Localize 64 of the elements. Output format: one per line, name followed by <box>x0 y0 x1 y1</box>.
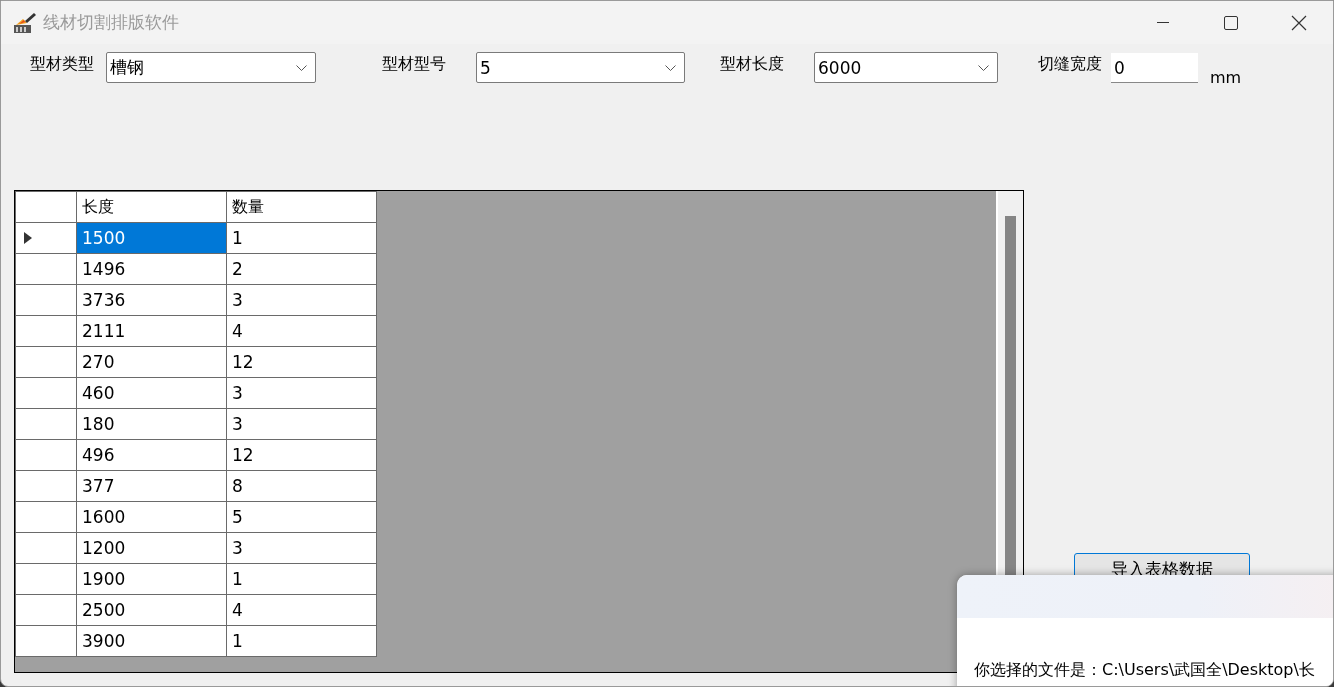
table-cell[interactable]: 4 <box>226 594 377 626</box>
table-cell[interactable]: 4 <box>226 315 377 347</box>
row-header[interactable] <box>15 594 77 626</box>
field-label: 型材类型 <box>30 54 94 75</box>
table-cell[interactable]: 1600 <box>76 501 227 533</box>
table-cell[interactable]: 2111 <box>76 315 227 347</box>
row-header[interactable] <box>15 408 77 440</box>
column-header[interactable]: 数量 <box>226 191 377 223</box>
table-cell[interactable]: 1200 <box>76 532 227 564</box>
row-header[interactable] <box>15 532 77 564</box>
table-cell[interactable]: 3900 <box>76 625 227 657</box>
minimize-icon <box>1157 22 1169 23</box>
table-cell[interactable]: 3736 <box>76 284 227 316</box>
chevron-down-icon <box>296 64 307 71</box>
input-field[interactable]: 0 <box>1111 53 1198 83</box>
table-cell[interactable]: 3 <box>226 532 377 564</box>
chevron-down-icon <box>665 64 676 71</box>
field-label: 型材型号 <box>382 54 446 75</box>
app-icon <box>13 11 37 34</box>
table-cell[interactable]: 2500 <box>76 594 227 626</box>
table-cell[interactable]: 5 <box>226 501 377 533</box>
row-header[interactable] <box>15 501 77 533</box>
row-header[interactable] <box>15 625 77 657</box>
dropdown[interactable]: 5 <box>476 52 685 83</box>
window-title: 线材切割排版软件 <box>43 11 179 34</box>
table-cell[interactable]: 8 <box>226 470 377 502</box>
row-header[interactable] <box>15 315 77 347</box>
dropdown[interactable]: 6000 <box>814 52 998 83</box>
table-cell[interactable]: 1 <box>226 222 377 254</box>
table-cell[interactable]: 1 <box>226 625 377 657</box>
table-cell[interactable]: 1500 <box>76 222 227 254</box>
table-cell[interactable]: 180 <box>76 408 227 440</box>
maximize-icon <box>1224 15 1238 30</box>
row-header[interactable] <box>15 284 77 316</box>
chevron-down-icon <box>978 64 989 71</box>
table-cell[interactable]: 12 <box>226 346 377 378</box>
row-header[interactable] <box>15 439 77 471</box>
row-header[interactable] <box>15 253 77 285</box>
table-cell[interactable]: 2 <box>226 253 377 285</box>
table-cell[interactable]: 1496 <box>76 253 227 285</box>
row-header[interactable] <box>15 377 77 409</box>
dropdown[interactable]: 槽钢 <box>106 52 316 83</box>
table-cell[interactable]: 3 <box>226 408 377 440</box>
column-header[interactable]: 长度 <box>76 191 227 223</box>
unit-label: mm <box>1210 68 1242 87</box>
row-header[interactable] <box>15 563 77 595</box>
close-icon <box>1291 14 1307 31</box>
row-header[interactable] <box>15 470 77 502</box>
field-label: 型材长度 <box>720 54 784 75</box>
table-cell[interactable]: 12 <box>226 439 377 471</box>
current-row-icon <box>24 232 32 244</box>
table-cell[interactable]: 3 <box>226 284 377 316</box>
row-header[interactable] <box>15 222 77 254</box>
table-cell[interactable]: 377 <box>76 470 227 502</box>
corner-header <box>15 191 77 223</box>
table-cell[interactable]: 460 <box>76 377 227 409</box>
table-cell[interactable]: 1 <box>226 563 377 595</box>
field-label: 切缝宽度 <box>1038 54 1102 75</box>
row-header[interactable] <box>15 346 77 378</box>
table-cell[interactable]: 496 <box>76 439 227 471</box>
table-cell[interactable]: 1900 <box>76 563 227 595</box>
table-cell[interactable]: 270 <box>76 346 227 378</box>
table-cell[interactable]: 3 <box>226 377 377 409</box>
dialog-message: 你选择的文件是：C:\Users\武国全\Desktop\长 <box>974 660 1315 681</box>
